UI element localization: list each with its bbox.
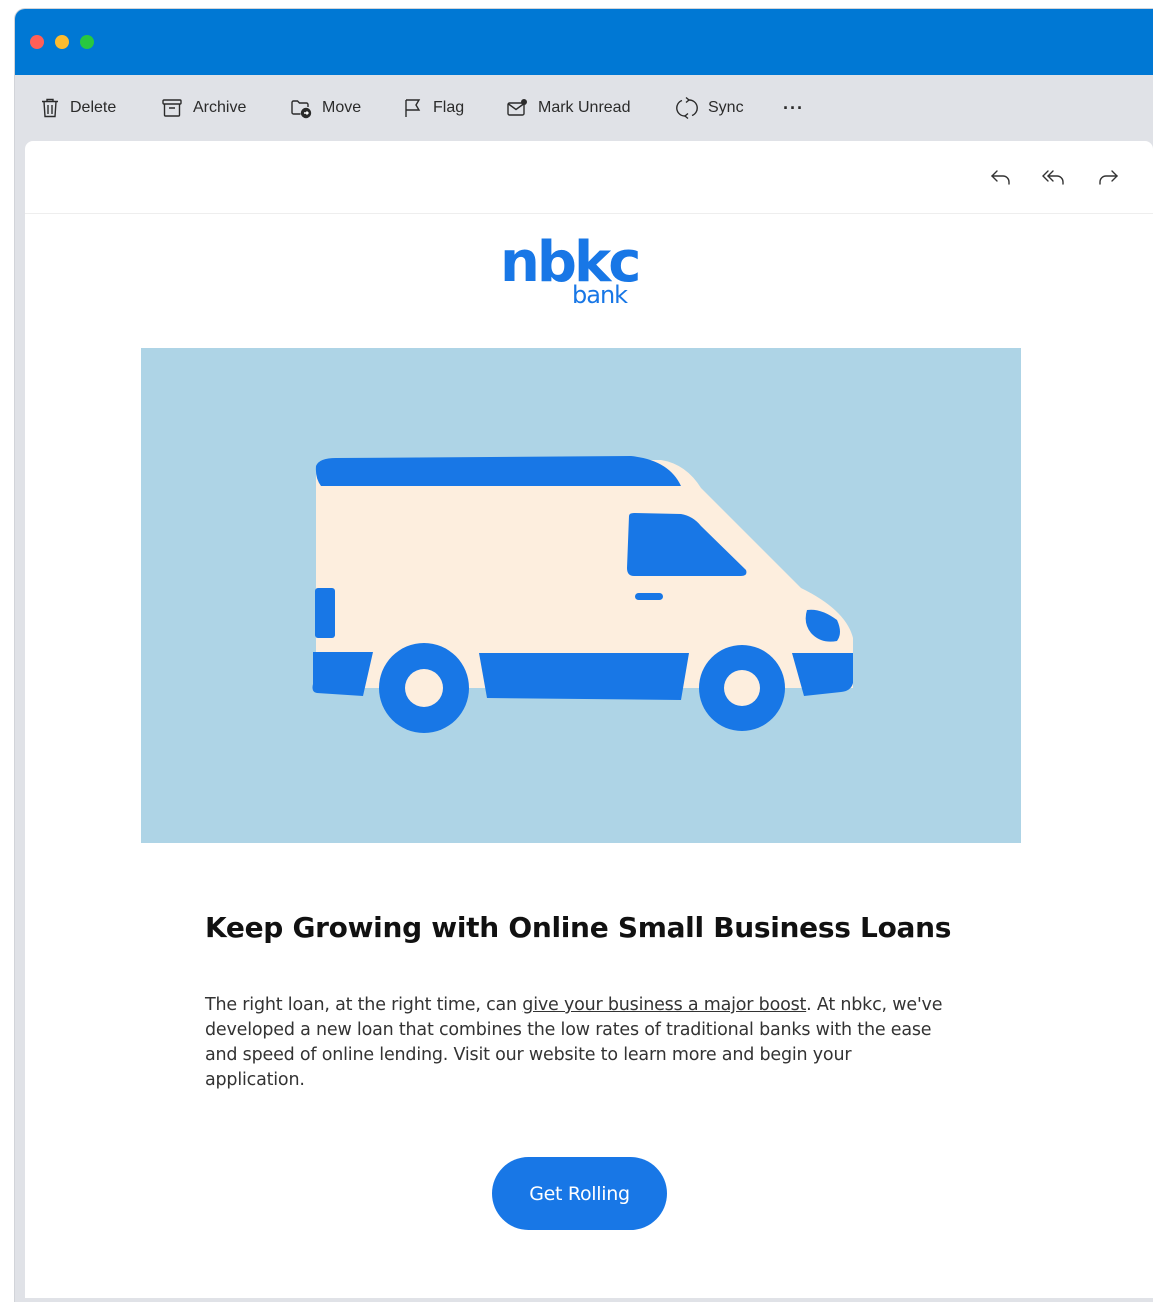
- title-bar: [15, 9, 1153, 75]
- zoom-window-button[interactable]: [80, 35, 94, 49]
- email-body: The right loan, at the right time, can g…: [205, 993, 950, 1093]
- flag-label: Flag: [433, 99, 465, 116]
- delivery-van-icon: [312, 456, 853, 733]
- archive-button[interactable]: Archive: [161, 96, 246, 120]
- sync-button[interactable]: Sync: [676, 96, 744, 120]
- reply-action-bar: [25, 141, 1153, 214]
- move-folder-icon: [291, 100, 312, 119]
- hero-image: [141, 348, 1021, 843]
- major-boost-link[interactable]: give your business a major boost: [522, 995, 806, 1015]
- minimize-window-button[interactable]: [55, 35, 69, 49]
- nbkc-bank-logo: nbkc bank: [500, 233, 660, 321]
- forward-button[interactable]: [1094, 163, 1122, 191]
- sync-label: Sync: [708, 99, 744, 116]
- sync-icon: [676, 96, 698, 120]
- flag-button[interactable]: Flag: [403, 96, 464, 120]
- logo-subtext: bank: [572, 281, 628, 309]
- more-icon: ···: [783, 97, 804, 118]
- mail-window: Delete Archive Move Flag Mark Unread Syn…: [15, 9, 1153, 1302]
- move-label: Move: [322, 99, 362, 116]
- archive-label: Archive: [193, 99, 247, 116]
- body-text-start: The right loan, at the right time, can: [205, 995, 523, 1015]
- reply-icon: [991, 170, 1010, 185]
- flag-icon: [405, 99, 421, 117]
- mark-unread-label: Mark Unread: [538, 99, 631, 116]
- reply-button[interactable]: [987, 163, 1015, 191]
- delete-button[interactable]: Delete: [40, 96, 116, 120]
- forward-icon: [1099, 170, 1118, 185]
- email-headline: Keep Growing with Online Small Business …: [205, 911, 952, 944]
- trash-icon: [42, 98, 58, 118]
- close-window-button[interactable]: [30, 35, 44, 49]
- mark-unread-icon: [507, 99, 527, 116]
- get-rolling-button[interactable]: Get Rolling: [492, 1157, 667, 1230]
- reply-all-icon: [1042, 170, 1064, 185]
- more-actions-button[interactable]: ···: [783, 96, 804, 120]
- mark-unread-button[interactable]: Mark Unread: [506, 96, 630, 120]
- archive-icon: [162, 99, 182, 117]
- delete-label: Delete: [70, 99, 117, 116]
- move-button[interactable]: Move: [290, 96, 361, 120]
- reply-all-button[interactable]: [1040, 163, 1068, 191]
- reading-pane: nbkc bank Keep Growing with Online Small…: [25, 141, 1153, 1298]
